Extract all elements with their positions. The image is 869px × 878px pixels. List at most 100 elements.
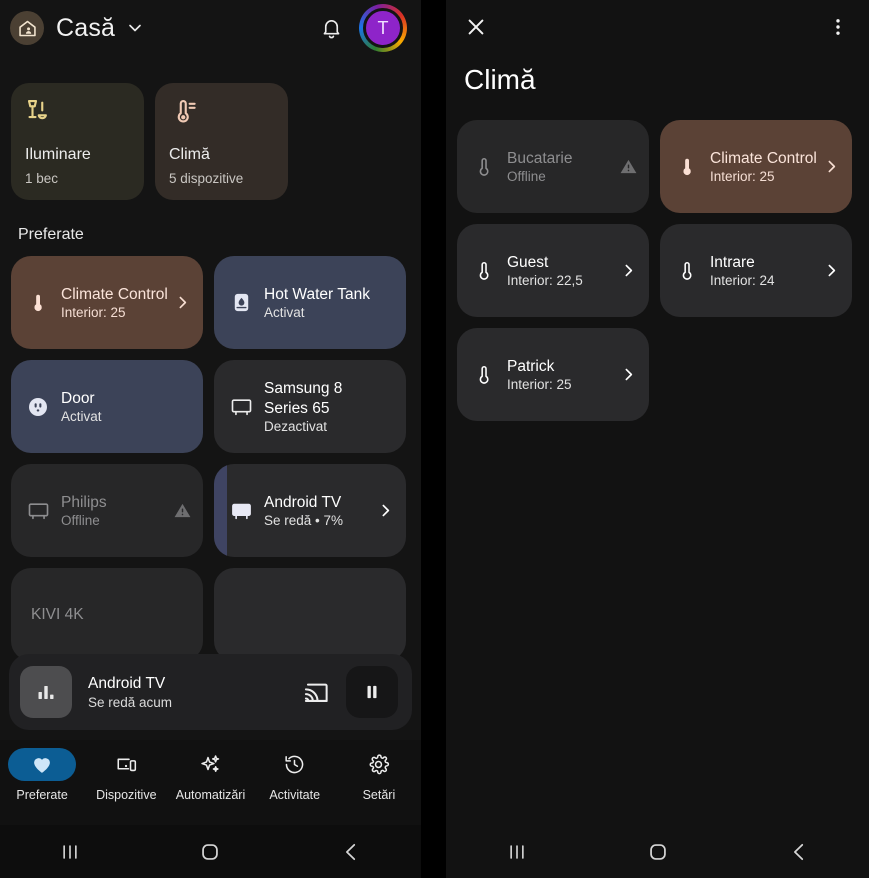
device-card-text: Climate Control Interior: 25 (702, 149, 820, 184)
device-name: Bucatarie (507, 149, 573, 167)
thermometer-icon (469, 156, 499, 178)
device-state: Activat (61, 409, 102, 425)
device-state: Interior: 24 (710, 273, 775, 289)
tv-icon (226, 499, 256, 522)
back-chevron-icon[interactable] (281, 839, 421, 865)
home-person-icon (10, 11, 44, 45)
system-navigation-bar-right (446, 825, 869, 878)
device-card-patrick[interactable]: Patrick Interior: 25 (457, 328, 649, 421)
pause-button[interactable] (346, 666, 398, 718)
favorites-device-grid: Climate Control Interior: 25 Hot Water T… (0, 256, 421, 661)
device-card-text: Guest Interior: 22,5 (499, 253, 617, 288)
home-app-content: Casă T Iluminare 1 bec Climă 5 dispoziti… (0, 0, 421, 740)
device-state: Interior: 25 (61, 305, 126, 321)
app-header: Casă T (0, 0, 421, 56)
tab-preferate[interactable]: Preferate (0, 748, 84, 802)
chevron-right-icon[interactable] (374, 502, 396, 519)
device-state: Interior: 22,5 (507, 273, 583, 289)
favorites-section-title: Preferate (18, 226, 84, 243)
outlet-icon (23, 395, 53, 419)
chevron-right-icon[interactable] (617, 262, 639, 279)
device-card-guest[interactable]: Guest Interior: 22,5 (457, 224, 649, 317)
cast-icon[interactable] (303, 679, 330, 706)
climate-sheet-header (446, 0, 869, 54)
tab-automatizari[interactable]: Automatizări (168, 748, 252, 802)
tab-label: Dispozitive (96, 788, 157, 802)
device-card-text: Bucatarie Offline (499, 149, 617, 184)
chevron-right-icon[interactable] (820, 262, 842, 279)
device-card-text: Patrick Interior: 25 (499, 357, 617, 392)
category-tile-name: Iluminare (25, 146, 91, 163)
device-card-partial[interactable] (214, 568, 406, 661)
device-name: Hot Water Tank (264, 285, 370, 303)
device-name: Philips (61, 493, 107, 511)
chevron-right-icon[interactable] (171, 294, 193, 311)
device-name: Door (61, 389, 95, 407)
thermometer-icon (469, 260, 499, 282)
device-card-samsung-tv[interactable]: Samsung 8 Series 65 Dezactivat (214, 360, 406, 453)
avatar[interactable]: T (359, 4, 407, 52)
more-vertical-icon[interactable] (827, 16, 849, 38)
device-card-climate-control[interactable]: Climate Control Interior: 25 (660, 120, 852, 213)
notification-bell-icon[interactable] (320, 17, 343, 40)
device-card-bucatarie[interactable]: Bucatarie Offline (457, 120, 649, 213)
device-state: Activat (264, 305, 305, 321)
thermometer-icon (672, 156, 702, 178)
device-card-door[interactable]: Door Activat (11, 360, 203, 453)
warning-icon (171, 501, 193, 520)
tab-label: Automatizări (175, 788, 246, 802)
tab-label: Setări (362, 788, 396, 802)
history-icon (261, 748, 329, 781)
recents-icon[interactable] (0, 839, 140, 865)
home-title: Casă (56, 13, 116, 42)
device-card-text: Climate Control Interior: 25 (53, 285, 171, 320)
device-card-text: Android TV Se redă • 7% (256, 493, 374, 528)
thermometer-icon (23, 292, 53, 314)
close-icon[interactable] (464, 15, 488, 39)
thermometer-icon (672, 260, 702, 282)
media-player-bar[interactable]: Android TV Se redă acum (9, 654, 412, 730)
category-tile-lighting[interactable]: Iluminare 1 bec (11, 83, 144, 200)
device-card-philips[interactable]: Philips Offline (11, 464, 203, 557)
tv-icon (226, 395, 256, 418)
tab-setari[interactable]: Setări (337, 748, 421, 802)
device-name: Climate Control (61, 285, 168, 303)
device-name: Android TV (264, 493, 342, 511)
recents-icon[interactable] (446, 839, 587, 865)
chevron-right-icon[interactable] (617, 366, 639, 383)
media-title: Android TV (88, 674, 166, 692)
home-square-icon[interactable] (140, 839, 280, 865)
home-square-icon[interactable] (587, 839, 728, 865)
device-card-climate-control[interactable]: Climate Control Interior: 25 (11, 256, 203, 349)
device-name: Climate Control (710, 149, 817, 167)
device-card-text: Philips Offline (53, 493, 171, 528)
gear-icon (345, 748, 413, 781)
media-meta: Android TV Se redă acum (72, 675, 303, 710)
panel-divider (421, 0, 446, 878)
bottom-tab-bar: Preferate Dispozitive Automatizări Activ… (0, 740, 421, 825)
device-name: Patrick (507, 357, 555, 375)
thermometer-icon (169, 97, 274, 131)
devices-icon (92, 748, 160, 781)
device-state: Interior: 25 (507, 377, 572, 393)
back-chevron-icon[interactable] (728, 839, 869, 865)
device-card-intrare[interactable]: Intrare Interior: 24 (660, 224, 852, 317)
device-card-text: Samsung 8 Series 65 Dezactivat (256, 379, 374, 433)
water-heater-icon (226, 291, 256, 314)
lamp-icon (25, 97, 130, 131)
page-title: Climă (464, 64, 536, 95)
warning-icon (617, 157, 639, 176)
category-tile-name: Climă (169, 146, 210, 163)
tab-dispozitive[interactable]: Dispozitive (84, 748, 168, 802)
chevron-down-icon[interactable] (125, 18, 145, 38)
device-state: Interior: 25 (710, 169, 775, 185)
device-card-text: KIVI 4K (23, 605, 193, 624)
category-tile-sub: 1 bec (25, 171, 59, 186)
category-tile-climate[interactable]: Climă 5 dispozitive (155, 83, 288, 200)
tab-activitate[interactable]: Activitate (253, 748, 337, 802)
screen-root: Casă T Iluminare 1 bec Climă 5 dispoziti… (0, 0, 869, 878)
chevron-right-icon[interactable] (820, 158, 842, 175)
device-card-hot-water-tank[interactable]: Hot Water Tank Activat (214, 256, 406, 349)
device-card-android-tv[interactable]: Android TV Se redă • 7% (214, 464, 406, 557)
device-card-kivi-4k[interactable]: KIVI 4K (11, 568, 203, 661)
